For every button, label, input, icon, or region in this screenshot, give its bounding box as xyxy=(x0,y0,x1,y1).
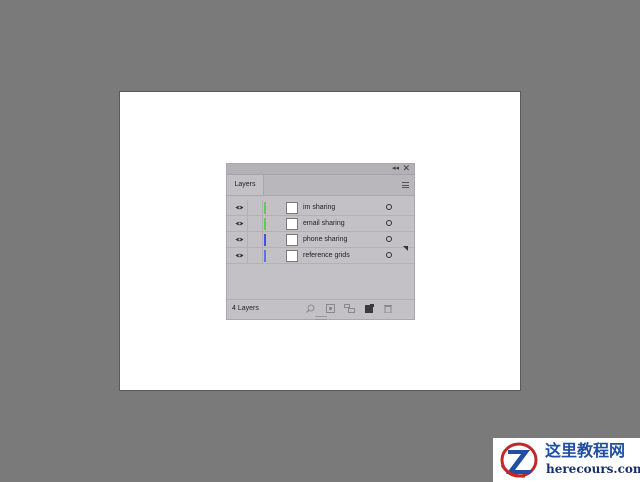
selection-indicator-icon xyxy=(403,246,408,251)
watermark-logo xyxy=(500,442,538,478)
layer-name[interactable]: im sharing xyxy=(303,200,335,216)
layer-color-bar xyxy=(264,234,266,246)
target-circle-icon[interactable] xyxy=(386,252,392,258)
target-circle-icon[interactable] xyxy=(386,236,392,242)
delete-layer-icon[interactable] xyxy=(384,304,392,313)
layer-name[interactable]: email sharing xyxy=(303,216,345,232)
column-divider xyxy=(247,200,248,216)
eye-icon[interactable] xyxy=(235,204,244,211)
layer-row-reference-grids[interactable]: reference grids xyxy=(227,248,414,264)
column-divider xyxy=(262,232,263,248)
layer-row-phone-sharing[interactable]: phone sharing xyxy=(227,232,414,248)
panel-title-bar[interactable]: ◂◂ ✕ xyxy=(227,164,414,175)
make-clipping-mask-icon[interactable] xyxy=(326,304,335,313)
layer-count: 4 Layers xyxy=(232,305,259,312)
target-circle-icon[interactable] xyxy=(386,220,392,226)
layer-thumbnail xyxy=(286,218,298,230)
watermark: 这里教程网 herecours.com xyxy=(493,438,640,482)
target-circle-icon[interactable] xyxy=(386,204,392,210)
column-divider xyxy=(262,216,263,232)
close-icon[interactable]: ✕ xyxy=(402,164,410,173)
resize-grip[interactable] xyxy=(315,316,327,320)
create-new-layer-icon[interactable] xyxy=(365,304,374,313)
column-divider xyxy=(262,200,263,216)
layer-list: im sharing email sharing phone sharing r… xyxy=(227,200,414,264)
layer-color-bar xyxy=(264,202,266,214)
layer-name[interactable]: phone sharing xyxy=(303,232,347,248)
column-divider xyxy=(262,248,263,264)
layers-panel: ◂◂ ✕ Layers im sharing email sharing pho… xyxy=(226,163,415,320)
eye-icon[interactable] xyxy=(235,252,244,259)
column-divider xyxy=(247,216,248,232)
double-chevron-icon[interactable]: ◂◂ xyxy=(392,165,399,173)
eye-icon[interactable] xyxy=(235,220,244,227)
locate-object-icon[interactable] xyxy=(306,304,315,313)
layer-thumbnail xyxy=(286,234,298,246)
create-sublayer-icon[interactable] xyxy=(344,304,355,313)
watermark-title: 这里教程网 xyxy=(545,441,626,460)
tab-layers[interactable]: Layers xyxy=(227,175,264,195)
panel-menu-icon[interactable] xyxy=(402,182,409,188)
layer-row-email-sharing[interactable]: email sharing xyxy=(227,216,414,232)
layer-name[interactable]: reference grids xyxy=(303,248,350,264)
layer-color-bar xyxy=(264,250,266,262)
column-divider xyxy=(247,232,248,248)
eye-icon[interactable] xyxy=(235,236,244,243)
layer-row-im-sharing[interactable]: im sharing xyxy=(227,200,414,216)
layer-color-bar xyxy=(264,218,266,230)
column-divider xyxy=(247,248,248,264)
watermark-url: herecours.com xyxy=(546,462,640,476)
layer-thumbnail xyxy=(286,250,298,262)
layer-thumbnail xyxy=(286,202,298,214)
panel-tab-row: Layers xyxy=(227,175,414,196)
